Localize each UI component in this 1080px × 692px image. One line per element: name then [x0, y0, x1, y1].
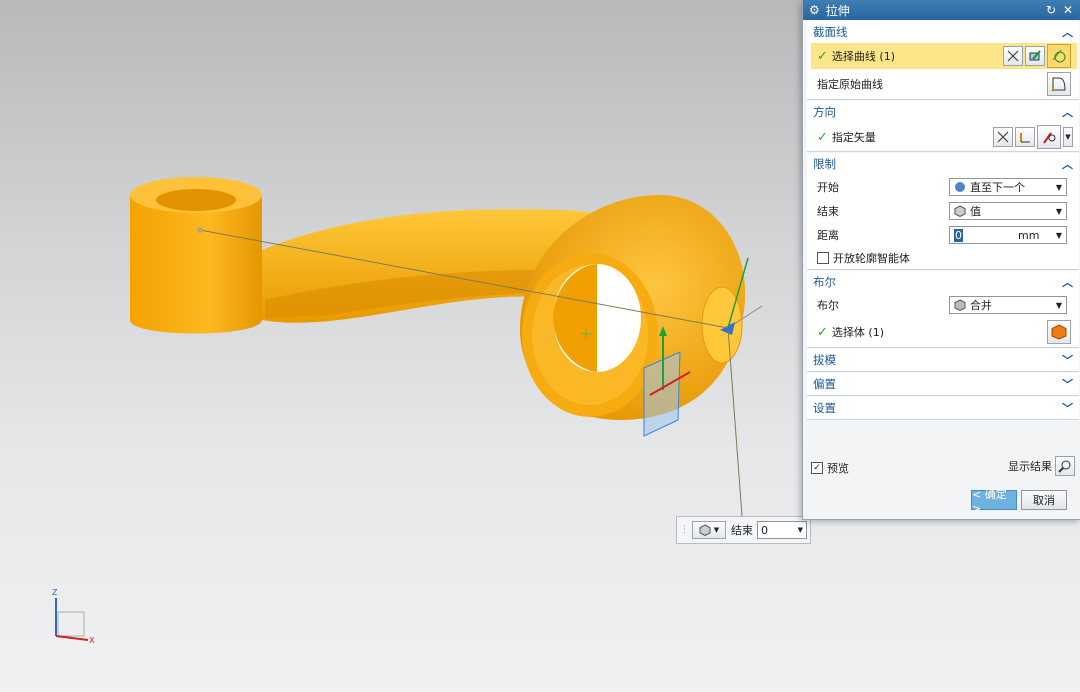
select-curve-row[interactable]: ✓ 选择曲线 (1) — [811, 43, 1077, 69]
solid-body-icon — [1051, 324, 1067, 340]
chevron-down-icon: ▼ — [713, 526, 720, 534]
ok-button[interactable]: < 确定 > — [971, 488, 1017, 515]
vector-dropdown[interactable]: ▼ — [1063, 127, 1073, 147]
curve-rule-button[interactable] — [1003, 46, 1023, 66]
until-next-icon — [955, 182, 965, 192]
open-profile-checkbox[interactable] — [817, 252, 829, 264]
chevron-down-icon: ﹀ — [1062, 402, 1073, 415]
curve-cross-icon — [1007, 50, 1019, 62]
show-result-button[interactable] — [1055, 456, 1075, 476]
view-triad-icon — [55, 598, 89, 641]
dialog-title: 拉伸 — [825, 3, 850, 18]
limits-header[interactable]: 限制 ︿ — [807, 153, 1079, 175]
dynamic-end-value[interactable]: 0 ▼ — [757, 521, 807, 539]
end-row: 结束 值 ▼ — [807, 199, 1079, 223]
curve-button[interactable] — [1047, 44, 1071, 68]
axis-z-label: Z — [52, 588, 58, 597]
original-curve-button[interactable] — [1047, 72, 1071, 96]
draft-header[interactable]: 拔模 ﹀ — [807, 349, 1079, 371]
settings-group: 设置 ﹀ — [807, 397, 1079, 420]
specify-original-row: 指定原始曲线 — [807, 69, 1079, 99]
chevron-down-icon: ▼ — [797, 526, 803, 534]
sketch-section-button[interactable] — [1025, 46, 1045, 66]
curve-icon — [1052, 49, 1066, 63]
select-body-button[interactable] — [1047, 320, 1071, 344]
cancel-button[interactable]: 取消 — [1021, 490, 1067, 510]
select-body-row[interactable]: ✓ 选择体 (1) — [807, 317, 1079, 347]
chevron-up-icon: ︿ — [1062, 158, 1073, 171]
direction-header[interactable]: 方向 ︿ — [807, 101, 1079, 123]
chevron-down-icon: ﹀ — [1062, 378, 1073, 391]
reverse-direction-button[interactable] — [993, 127, 1013, 147]
vector-dialog-button[interactable] — [1015, 127, 1035, 147]
reset-icon[interactable]: ↻ — [1044, 3, 1058, 17]
chevron-down-icon: ▼ — [1055, 230, 1062, 240]
preview-checkbox[interactable]: ✓ — [811, 462, 823, 474]
distance-row: 距离 0 mm ▼ — [807, 223, 1079, 247]
boolean-group: 布尔 ︿ 布尔 合并 ▼ ✓ 选择体 (1) — [807, 271, 1079, 348]
dialog-title-bar: ⚙ 拉伸 ↻ ✕ — [803, 0, 1080, 20]
offset-group: 偏置 ﹀ — [807, 373, 1079, 396]
dynamic-end-label: 结束 — [731, 524, 753, 537]
show-result-row: 显示结果 — [1008, 456, 1075, 476]
vector-icon — [1020, 133, 1030, 143]
end-type-dropdown[interactable]: ▼ — [692, 521, 726, 539]
offset-header[interactable]: 偏置 ﹀ — [807, 373, 1079, 395]
settings-header[interactable]: 设置 ﹀ — [807, 397, 1079, 419]
original-curve-icon — [1051, 77, 1066, 92]
section-curve-group: 截面线 ︿ ✓ 选择曲线 (1) 指定原始曲线 — [807, 21, 1079, 100]
gear-icon: ⚙ — [809, 3, 820, 17]
distance-input[interactable]: 0 mm ▼ — [949, 226, 1067, 244]
chevron-down-icon: ▼ — [1055, 182, 1062, 192]
chevron-down-icon: ▼ — [1055, 206, 1062, 216]
boolean-header[interactable]: 布尔 ︿ — [807, 271, 1079, 293]
open-profile-row[interactable]: 开放轮廓智能体 — [807, 247, 1079, 269]
sketch-icon — [1029, 50, 1041, 61]
boolean-select[interactable]: 合并 ▼ — [949, 296, 1067, 314]
dialog-footer: ✓ 预览 显示结果 < 确定 > 取消 — [807, 456, 1079, 516]
chevron-up-icon: ︿ — [1062, 106, 1073, 119]
check-icon: ✓ — [817, 324, 828, 340]
axis-x-label: X — [89, 636, 95, 645]
end-select[interactable]: 值 ▼ — [949, 202, 1067, 220]
extrude-dialog: ⚙ 拉伸 ↻ ✕ 截面线 ︿ ✓ 选择曲线 (1) 指定原始曲线 方向 ︿ ✓ … — [802, 0, 1080, 520]
preview-row[interactable]: ✓ 预览 — [811, 460, 849, 476]
reverse-icon — [997, 131, 1009, 143]
direction-group: 方向 ︿ ✓ 指定矢量 ▼ — [807, 101, 1079, 152]
grip-icon[interactable]: ⋮ — [680, 525, 689, 535]
start-row: 开始 直至下一个 ▼ — [807, 175, 1079, 199]
cube-icon — [699, 524, 711, 536]
chevron-down-icon: ▼ — [1055, 300, 1062, 310]
specify-vector-row[interactable]: ✓ 指定矢量 ▼ — [807, 123, 1079, 151]
section-curve-header[interactable]: 截面线 ︿ — [807, 21, 1079, 43]
check-icon: ✓ — [817, 48, 828, 64]
dynamic-input-end: ⋮ ▼ 结束 0 ▼ — [676, 516, 811, 544]
limits-group: 限制 ︿ 开始 直至下一个 ▼ 结束 值 ▼ 距离 0 mm ▼ 开放轮廓智能体 — [807, 153, 1079, 270]
chevron-down-icon: ﹀ — [1062, 354, 1073, 367]
unite-icon — [954, 299, 966, 311]
check-icon: ✓ — [817, 129, 828, 145]
boolean-row: 布尔 合并 ▼ — [807, 293, 1079, 317]
chevron-up-icon: ︿ — [1062, 276, 1073, 289]
magnifier-icon — [1058, 460, 1071, 473]
inferred-vector-icon — [1043, 132, 1056, 144]
close-icon[interactable]: ✕ — [1061, 3, 1075, 17]
chevron-up-icon: ︿ — [1062, 26, 1073, 39]
inferred-vector-button[interactable] — [1037, 125, 1061, 149]
start-select[interactable]: 直至下一个 ▼ — [949, 178, 1067, 196]
draft-group: 拔模 ﹀ — [807, 349, 1079, 372]
chevron-down-icon: ▼ — [1065, 133, 1071, 141]
cube-icon — [954, 205, 966, 217]
